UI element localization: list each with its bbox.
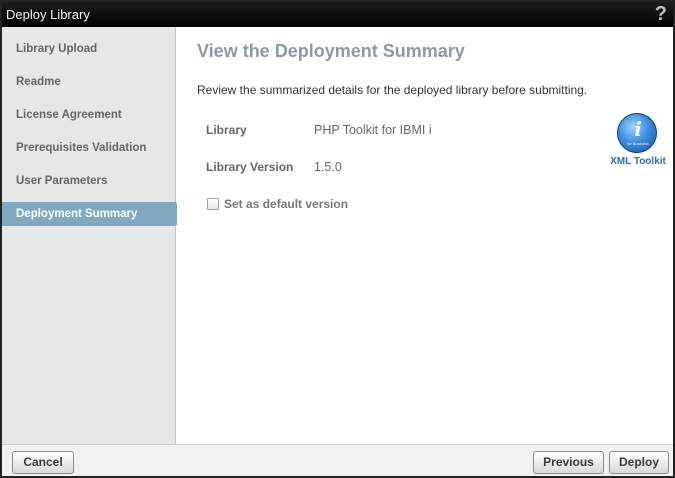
default-version-checkbox[interactable]	[207, 198, 219, 210]
logo-glyph: i	[634, 117, 642, 141]
globe-icon: i for Business	[617, 113, 657, 153]
dialog-footer: Cancel Previous Deploy	[2, 444, 673, 476]
dialog-title: Deploy Library	[6, 7, 90, 22]
sidebar-item-prerequisites-validation[interactable]: Prerequisites Validation	[2, 136, 176, 160]
sidebar-item-library-upload[interactable]: Library Upload	[2, 37, 176, 61]
logo-caption: XML Toolkit	[610, 156, 666, 167]
library-value: PHP Toolkit for IBMI i	[314, 123, 432, 137]
summary-panel: View the Deployment Summary Review the s…	[177, 27, 673, 444]
title-bar: Deploy Library ?	[2, 2, 673, 27]
deploy-button[interactable]: Deploy	[609, 451, 669, 474]
library-label: Library	[206, 123, 247, 137]
default-version-option[interactable]: Set as default version	[207, 196, 348, 212]
library-version-label: Library Version	[206, 160, 294, 174]
sidebar-item-user-parameters[interactable]: User Parameters	[2, 169, 176, 193]
sidebar-item-label: User Parameters	[16, 175, 108, 187]
intro-text: Review the summarized details for the de…	[197, 83, 588, 97]
sidebar-item-readme[interactable]: Readme	[2, 70, 176, 94]
logo-subtext: for Business	[626, 141, 649, 146]
sidebar-item-license-agreement[interactable]: License Agreement	[2, 103, 176, 127]
library-version-value: 1.5.0	[314, 160, 342, 174]
help-icon[interactable]: ?	[655, 3, 667, 25]
sidebar-item-label: Readme	[16, 76, 61, 88]
xml-toolkit-logo: i for Business XML Toolkit	[610, 113, 666, 173]
page-title: View the Deployment Summary	[197, 41, 465, 61]
previous-button[interactable]: Previous	[533, 451, 604, 474]
cancel-button[interactable]: Cancel	[12, 451, 74, 474]
sidebar-item-label: Prerequisites Validation	[16, 142, 147, 154]
sidebar-item-label: Library Upload	[16, 43, 98, 55]
sidebar-item-label: License Agreement	[16, 109, 122, 121]
default-version-label: Set as default version	[224, 197, 349, 211]
deploy-library-dialog: Deploy Library ? Library Upload Readme L…	[0, 0, 675, 478]
sidebar-item-deployment-summary[interactable]: Deployment Summary	[2, 202, 184, 226]
wizard-steps-sidebar: Library Upload Readme License Agreement …	[2, 27, 184, 444]
sidebar-item-label: Deployment Summary	[16, 208, 138, 220]
